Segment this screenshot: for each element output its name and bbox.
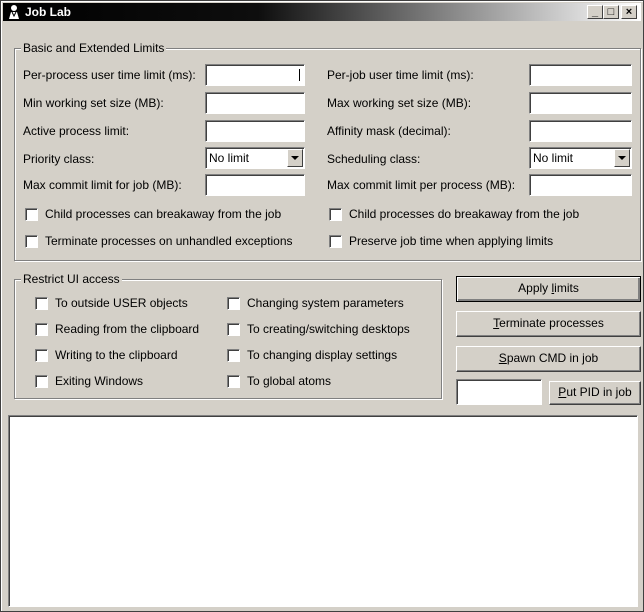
scheduling-class-value: No limit [533, 151, 574, 165]
child-can-breakaway-label: Child processes can breakaway from the j… [45, 207, 282, 221]
scheduling-class-select[interactable]: No limit [529, 147, 632, 169]
apply-limits-label-rest: imits [554, 281, 579, 295]
minimize-icon: _ [591, 6, 599, 18]
ui-checkbox-label: Writing to the clipboard [55, 348, 178, 362]
scheduling-class-dropdown-button[interactable] [614, 149, 630, 167]
preserve-job-time-label: Preserve job time when applying limits [349, 234, 554, 248]
limits-group-legend: Basic and Extended Limits [21, 41, 167, 55]
put-pid-in-job-button[interactable]: Put PID in job [549, 381, 641, 405]
window-title: Job Lab [25, 5, 72, 19]
text-caret [299, 69, 300, 81]
terminate-processes-button[interactable]: Terminate processes [456, 311, 641, 337]
max-commit-process-label: Max commit limit per process (MB): [327, 178, 516, 192]
checkbox-box[interactable] [227, 349, 240, 362]
maximize-button[interactable]: □ [603, 5, 619, 19]
checkbox-box[interactable] [227, 375, 240, 388]
active-process-input[interactable] [205, 120, 305, 142]
spawn-cmd-button[interactable]: Spawn CMD in job [456, 346, 641, 372]
max-commit-job-input[interactable] [205, 174, 305, 196]
restrict-ui-group-legend: Restrict UI access [21, 272, 122, 286]
apply-limits-button[interactable]: Apply limits [456, 276, 641, 302]
checkbox-box[interactable] [25, 208, 38, 221]
per-process-time-input[interactable] [205, 64, 305, 86]
affinity-mask-label: Affinity mask (decimal): [327, 124, 451, 138]
checkbox-box[interactable] [329, 208, 342, 221]
checkbox-box[interactable] [35, 349, 48, 362]
max-commit-process-input[interactable] [529, 174, 632, 196]
ui-checkbox-label: To global atoms [247, 374, 332, 388]
checkbox-box[interactable] [35, 375, 48, 388]
apply-limits-label: Apply [518, 281, 552, 295]
priority-class-label: Priority class: [23, 152, 95, 166]
max-working-set-input[interactable] [529, 92, 632, 114]
close-button[interactable]: × [621, 5, 637, 19]
put-pid-in-job-label: ut PID in job [566, 385, 632, 399]
priority-class-select[interactable]: No limit [205, 147, 305, 169]
job-lab-window: Job Lab _ □ × Basic and Extended Limits … [0, 0, 644, 612]
max-working-set-label: Max working set size (MB): [327, 96, 472, 110]
terminate-unhandled-label: Terminate processes on unhandled excepti… [45, 234, 293, 248]
ui-checkbox-label: Changing system parameters [247, 296, 404, 310]
maximize-icon: □ [607, 6, 615, 18]
ui-checkbox-label: To outside USER objects [55, 296, 188, 310]
close-icon: × [625, 6, 633, 18]
minimize-button[interactable]: _ [587, 5, 603, 19]
title-bar[interactable]: Job Lab _ □ × [3, 3, 641, 21]
checkbox-box[interactable] [329, 235, 342, 248]
min-working-set-label: Min working set size (MB): [23, 96, 164, 110]
scheduling-class-label: Scheduling class: [327, 152, 421, 166]
job-lab-person-icon [6, 4, 22, 20]
output-listbox[interactable] [8, 415, 638, 607]
spawn-cmd-label: pawn CMD in job [506, 351, 599, 365]
chevron-down-icon [618, 156, 626, 160]
per-job-time-input[interactable] [529, 64, 632, 86]
checkbox-box[interactable] [227, 323, 240, 336]
active-process-label: Active process limit: [23, 124, 130, 138]
pid-input[interactable] [456, 379, 542, 405]
child-do-breakaway-label: Child processes do breakaway from the jo… [349, 207, 580, 221]
checkbox-box[interactable] [227, 297, 240, 310]
min-working-set-input[interactable] [205, 92, 305, 114]
per-job-time-label: Per-job user time limit (ms): [327, 68, 474, 82]
spawn-accelerator: S [498, 351, 507, 365]
ui-checkbox-label: Reading from the clipboard [55, 322, 200, 336]
terminate-processes-label: erminate processes [499, 316, 604, 330]
chevron-down-icon [291, 156, 299, 160]
ui-checkbox-label: Exiting Windows [55, 374, 144, 388]
checkbox-box[interactable] [25, 235, 38, 248]
per-process-time-label: Per-process user time limit (ms): [23, 68, 196, 82]
priority-class-dropdown-button[interactable] [287, 149, 303, 167]
ui-checkbox-label: To changing display settings [247, 348, 398, 362]
priority-class-value: No limit [209, 151, 250, 165]
max-commit-job-label: Max commit limit for job (MB): [23, 178, 182, 192]
checkbox-box[interactable] [35, 297, 48, 310]
checkbox-box[interactable] [35, 323, 48, 336]
affinity-mask-input[interactable] [529, 120, 632, 142]
ui-checkbox-label: To creating/switching desktops [247, 322, 410, 336]
